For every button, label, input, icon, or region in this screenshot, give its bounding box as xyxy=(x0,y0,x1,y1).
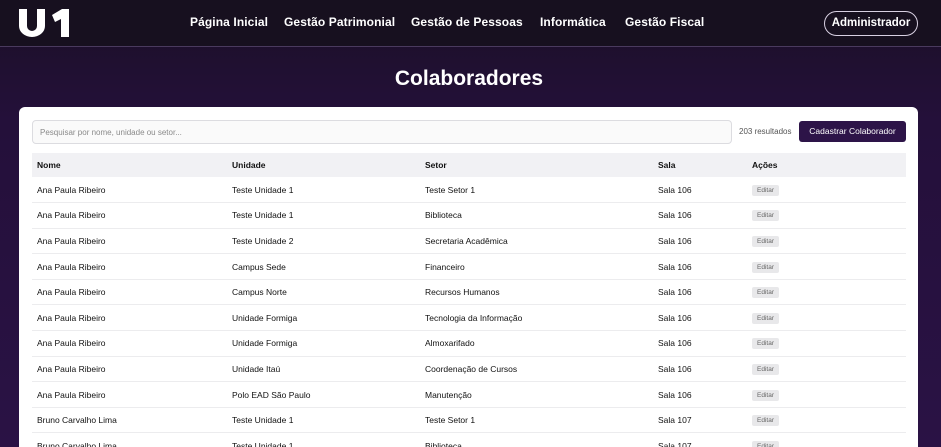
cell-acoes: Editar xyxy=(747,177,906,203)
table-header-row: Nome Unidade Setor Sala Ações xyxy=(32,153,906,177)
search-input[interactable] xyxy=(32,120,732,144)
table-row: Ana Paula Ribeiro Campus Sede Financeiro Sa… xyxy=(32,254,906,280)
cell-nome: Ana Paula Ribeiro xyxy=(37,210,106,221)
cell-sala: Sala 106 xyxy=(658,363,692,374)
cell-nome: Ana Paula Ribeiro xyxy=(37,184,106,195)
cell-acoes: Editar xyxy=(747,228,906,254)
cell-unidade: Teste Unidade 2 xyxy=(232,235,294,246)
cell-sala: Sala 106 xyxy=(658,184,692,195)
edit-button[interactable]: Editar xyxy=(752,235,779,247)
cell-setor: Recursos Humanos xyxy=(425,287,500,298)
cell-nome: Ana Paula Ribeiro xyxy=(37,287,106,298)
cell-unidade: Teste Unidade 1 xyxy=(232,415,294,426)
cell-acoes: Editar xyxy=(747,331,906,357)
collaborators-card: 203 resultados Cadastrar Colaborador Nom… xyxy=(19,107,918,447)
cell-setor: Almoxarifado xyxy=(425,338,475,349)
cell-unidade: Teste Unidade 1 xyxy=(232,210,294,221)
page-title: Colaboradores xyxy=(394,67,544,90)
cell-setor: Biblioteca xyxy=(425,210,462,221)
cell-unidade: Teste Unidade 1 xyxy=(232,184,294,195)
edit-button[interactable]: Editar xyxy=(752,363,779,375)
edit-button[interactable]: Editar xyxy=(752,287,779,299)
cell-sala: Sala 106 xyxy=(658,338,692,349)
cell-acoes: Editar xyxy=(747,407,906,433)
table-row: Ana Paula Ribeiro Teste Unidade 1 Teste Se… xyxy=(32,177,906,203)
cell-sala: Sala 107 xyxy=(658,440,692,447)
cell-sala: Sala 107 xyxy=(658,415,692,426)
edit-button[interactable]: Editar xyxy=(752,312,779,324)
cell-acoes: Editar xyxy=(747,382,906,408)
table-row: Ana Paula Ribeiro Unidade Formiga Almoxari… xyxy=(32,331,906,357)
edit-button[interactable]: Editar xyxy=(752,440,779,447)
table-body: Ana Paula Ribeiro Teste Unidade 1 Teste Se… xyxy=(32,177,906,447)
cell-acoes: Editar xyxy=(747,254,906,280)
header-unidade[interactable]: Unidade xyxy=(227,153,420,177)
cell-sala: Sala 106 xyxy=(658,287,692,298)
cell-unidade: Unidade Formiga xyxy=(232,312,298,323)
edit-button[interactable]: Editar xyxy=(752,389,779,401)
table-row: Ana Paula Ribeiro Campus Norte Recursos Hu… xyxy=(32,279,906,305)
edit-button[interactable]: Editar xyxy=(752,261,779,273)
main-nav: Página Inicial Gestão Patrimonial Gestão… xyxy=(0,0,941,47)
cell-sala: Sala 106 xyxy=(658,389,692,400)
cell-unidade: Teste Unidade 1 xyxy=(232,440,294,447)
nav-informatica[interactable]: Informática xyxy=(540,15,606,29)
cell-sala: Sala 106 xyxy=(658,210,692,221)
cell-unidade: Campus Sede xyxy=(232,261,286,272)
cell-setor: Coordenação de Cursos xyxy=(425,363,518,374)
cell-unidade: Unidade Itaú xyxy=(232,363,281,374)
results-count: 203 resultados xyxy=(739,127,792,136)
table-row: Ana Paula Ribeiro Unidade Formiga Tecnolog… xyxy=(32,305,906,331)
table-row: Ana Paula Ribeiro Polo EAD São Paulo Manut… xyxy=(32,382,906,408)
table-row: Bruno Carvalho Lima Teste Unidade 1 Teste … xyxy=(32,407,906,433)
cell-setor: Secretaria Acadêmica xyxy=(425,235,508,246)
header-sala[interactable]: Sala xyxy=(653,153,747,177)
table-row: Ana Paula Ribeiro Teste Unidade 2 Secretar… xyxy=(32,228,906,254)
collaborators-table: Nome Unidade Setor Sala Ações Ana Paula … xyxy=(32,153,906,447)
cell-acoes: Editar xyxy=(747,279,906,305)
cell-nome: Bruno Carvalho Lima xyxy=(37,440,117,447)
cell-nome: Ana Paula Ribeiro xyxy=(37,235,106,246)
table-row: Ana Paula Ribeiro Unidade Itaú Coordenação… xyxy=(32,356,906,382)
nav-gestao-de-pessoas[interactable]: Gestão de Pessoas xyxy=(411,15,523,29)
header-acoes: Ações xyxy=(752,160,778,170)
cell-acoes: Editar xyxy=(747,305,906,331)
cell-nome: Bruno Carvalho Lima xyxy=(37,415,117,426)
header-setor[interactable]: Setor xyxy=(420,153,653,177)
cell-acoes: Editar xyxy=(747,356,906,382)
cell-sala: Sala 106 xyxy=(658,312,692,323)
edit-button[interactable]: Editar xyxy=(752,338,779,350)
cell-unidade: Campus Norte xyxy=(232,287,287,298)
admin-user-button[interactable]: Administrador xyxy=(824,11,918,36)
cell-nome: Ana Paula Ribeiro xyxy=(37,363,106,374)
cell-setor: Financeiro xyxy=(425,261,465,272)
cell-setor: Teste Setor 1 xyxy=(425,184,476,195)
cell-setor: Biblioteca xyxy=(425,440,462,447)
cell-nome: Ana Paula Ribeiro xyxy=(37,312,106,323)
table-row: Ana Paula Ribeiro Teste Unidade 1 Bibliote… xyxy=(32,203,906,229)
table-row: Bruno Carvalho Lima Teste Unidade 1 Biblio… xyxy=(32,433,906,447)
cell-sala: Sala 106 xyxy=(658,261,692,272)
cell-nome: Ana Paula Ribeiro xyxy=(37,338,106,349)
cell-unidade: Unidade Formiga xyxy=(232,338,298,349)
header-nome[interactable]: Nome xyxy=(32,153,227,177)
edit-button[interactable]: Editar xyxy=(752,415,779,427)
cell-acoes: Editar xyxy=(747,433,906,447)
cell-sala: Sala 106 xyxy=(658,235,692,246)
add-collaborator-button[interactable]: Cadastrar Colaborador xyxy=(799,121,906,142)
cell-nome: Ana Paula Ribeiro xyxy=(37,389,106,400)
cell-setor: Teste Setor 1 xyxy=(425,415,476,426)
nav-gestao-fiscal[interactable]: Gestão Fiscal xyxy=(625,15,704,29)
edit-button[interactable]: Editar xyxy=(752,210,779,222)
cell-unidade: Polo EAD São Paulo xyxy=(232,389,311,400)
cell-nome: Ana Paula Ribeiro xyxy=(37,261,106,272)
nav-gestao-patrimonial[interactable]: Gestão Patrimonial xyxy=(284,15,395,29)
edit-button[interactable]: Editar xyxy=(752,184,779,196)
nav-pagina-inicial[interactable]: Página Inicial xyxy=(190,15,268,29)
top-navbar: Página Inicial Gestão Patrimonial Gestão… xyxy=(0,0,941,47)
cell-acoes: Editar xyxy=(747,203,906,229)
cell-setor: Tecnologia da Informação xyxy=(425,312,523,323)
cell-setor: Manutenção xyxy=(425,389,472,400)
